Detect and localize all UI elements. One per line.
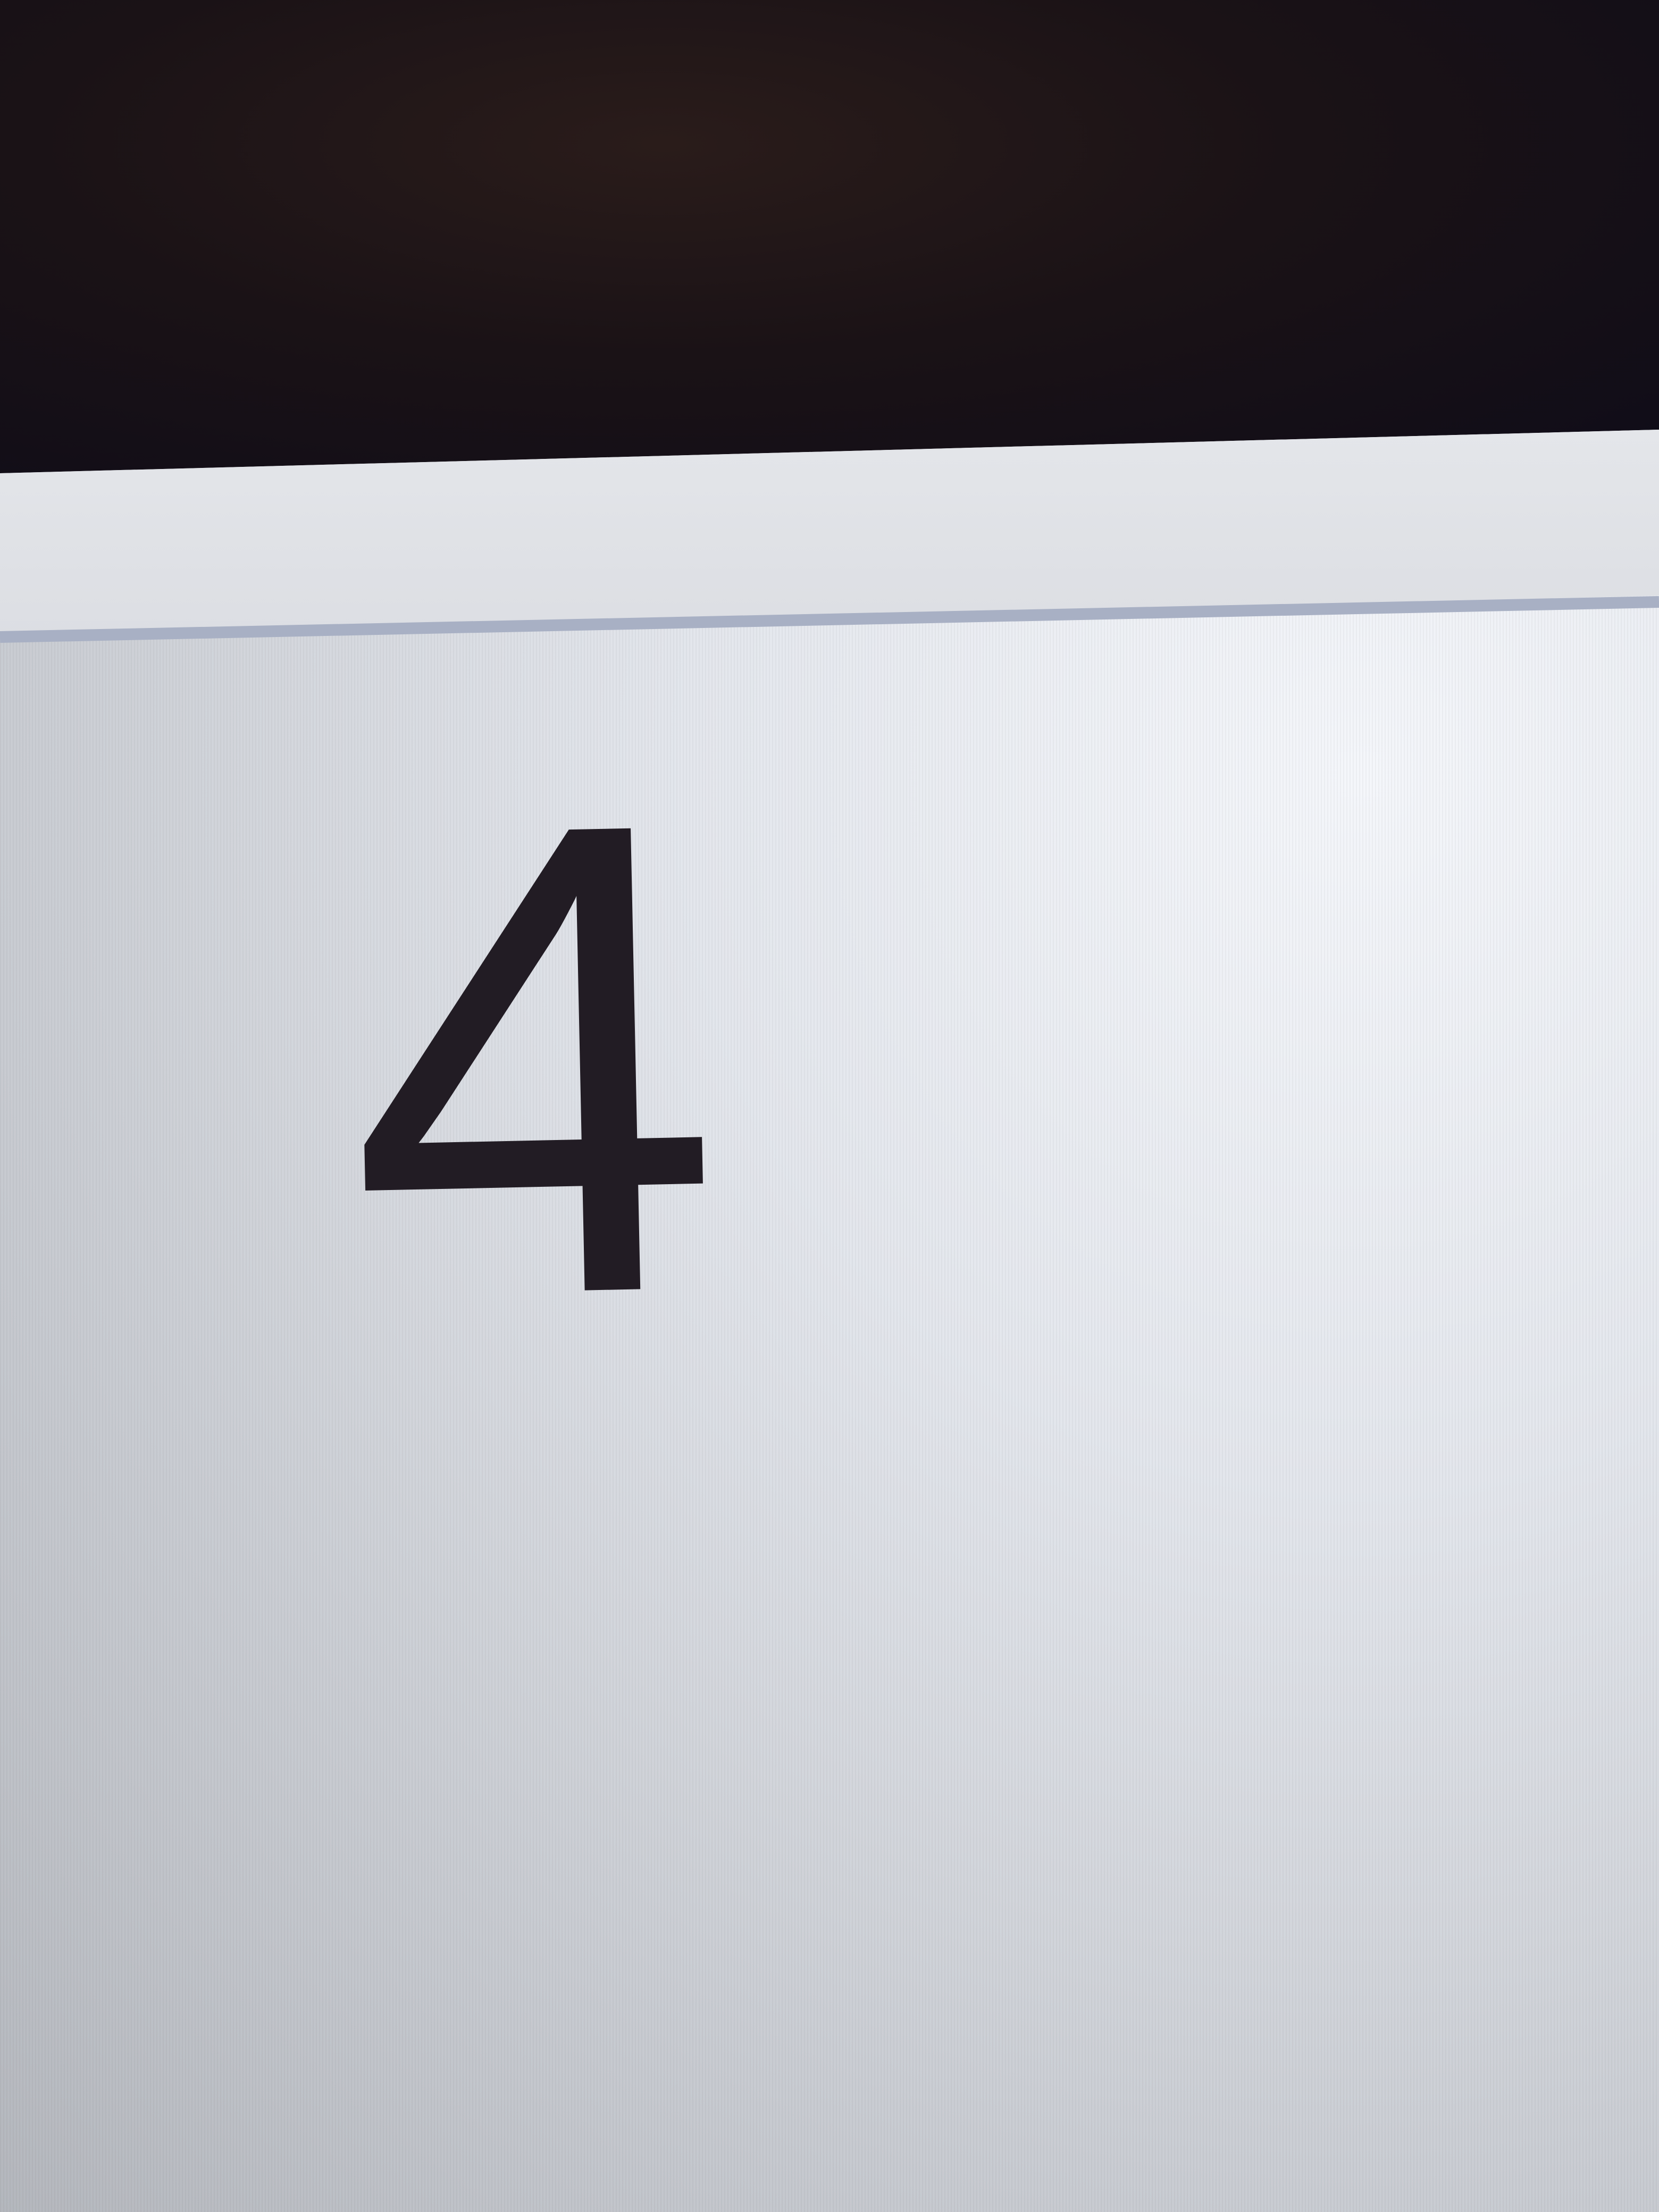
monitor-bezel — [0, 0, 1659, 479]
displayed-number: 4 — [339, 681, 728, 1438]
photo-of-monitor: 4 — [0, 0, 1659, 2212]
